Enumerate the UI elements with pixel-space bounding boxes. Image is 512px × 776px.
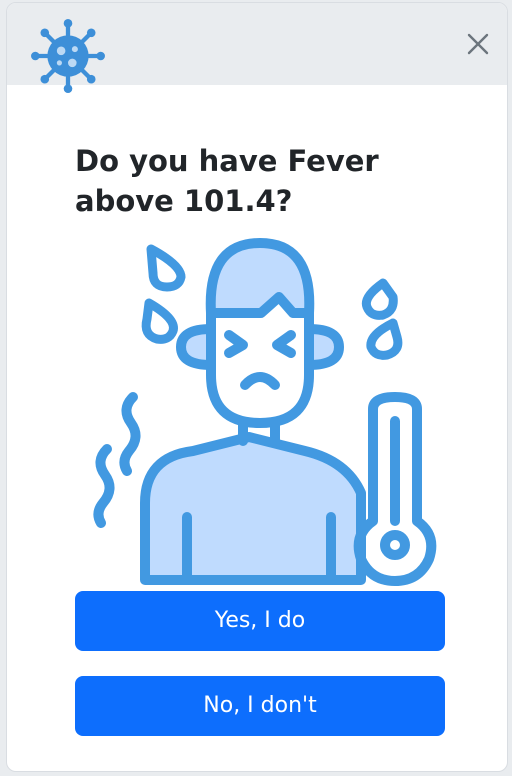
close-icon[interactable] xyxy=(467,33,489,55)
symptom-dialog: Do you have Fever above 101.4? Yes, I do… xyxy=(6,2,508,772)
virus-icon xyxy=(31,19,105,93)
fever-person-thermometer-icon xyxy=(93,238,437,586)
question-title: Do you have Fever above 101.4? xyxy=(75,144,379,218)
yes-button[interactable]: Yes, I do xyxy=(75,591,445,651)
no-button[interactable]: No, I don't xyxy=(75,676,445,736)
